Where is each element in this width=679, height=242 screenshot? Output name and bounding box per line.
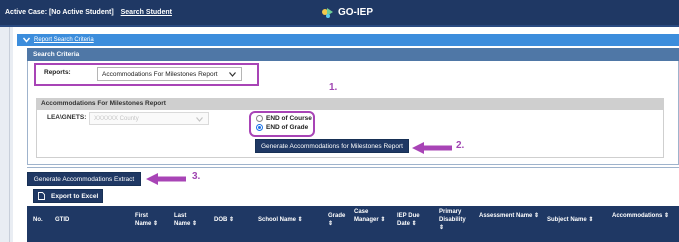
generate-accommodations-extract-button[interactable]: Generate Accommodations Extract [27,172,141,186]
search-criteria-header: Search Criteria [27,48,679,61]
lea-gnets-value: XXXXXX County [94,116,139,122]
brand-name: GO-IEP [338,7,374,18]
top-bar: Active Case: [No Active Student] Search … [0,0,679,27]
results-table-header: No. GTID First Name ⇕ Last Name ⇕ DOB ⇕ … [27,206,679,242]
column-header-no[interactable]: No. [33,216,43,224]
annotation-step-2: 2. [456,140,465,151]
column-header-first-name[interactable]: First Name ⇕ [135,212,165,228]
column-header-grade[interactable]: Grade ⇕ [328,212,350,228]
column-header-primary-disability[interactable]: Primary Disability ⇕ [439,208,471,232]
column-header-subject-name[interactable]: Subject Name ⇕ [547,216,593,224]
document-icon [38,192,45,200]
annotation-arrow-3-icon [146,173,186,185]
active-case-status: Active Case: [No Active Student] Search … [5,9,172,16]
column-header-school-name[interactable]: School Name ⇕ [258,216,303,224]
lea-gnets-label: LEA\GNETS: [47,114,87,121]
annotation-arrow-2-icon [412,142,452,154]
export-to-excel-label: Export to Excel [51,192,99,200]
report-options-header: Accommodations For Milestones Report [36,98,664,110]
left-rail [0,27,13,242]
active-case-label: Active Case: [No Active Student] [5,9,114,16]
search-student-link[interactable]: Search Student [121,9,172,16]
report-search-criteria-label: Report Search Criteria [34,37,94,43]
column-header-iep-due-date[interactable]: IEP Due Date ⇕ [397,212,427,228]
brand: GO-IEP [321,6,373,19]
column-header-accommodations[interactable]: Accommodations ⇕ [612,212,678,220]
column-header-gtid[interactable]: GTID [55,216,69,224]
column-header-dob[interactable]: DOB ⇕ [214,216,234,224]
chevron-down-icon [196,117,203,122]
column-header-assessment-name[interactable]: Assessment Name ⇕ [479,212,541,220]
annotation-step-1: 1. [329,82,338,93]
annotation-highlight-reports [34,63,259,86]
report-search-criteria-toggle[interactable]: Report Search Criteria [17,34,679,46]
column-header-case-manager[interactable]: Case Manager ⇕ [354,208,386,224]
chevron-down-icon [23,37,30,43]
left-rail-divider [9,27,10,242]
annotation-highlight-radios [249,111,315,137]
panel-divider [27,167,679,168]
export-to-excel-button[interactable]: Export to Excel [33,189,103,203]
generate-milestones-report-button[interactable]: Generate Accommodations for Milestones R… [255,139,409,153]
annotation-step-3: 3. [192,171,201,182]
go-iep-logo-icon [322,8,333,18]
column-header-last-name[interactable]: Last Name ⇕ [174,212,202,228]
lea-gnets-select[interactable]: XXXXXX County [89,112,209,125]
